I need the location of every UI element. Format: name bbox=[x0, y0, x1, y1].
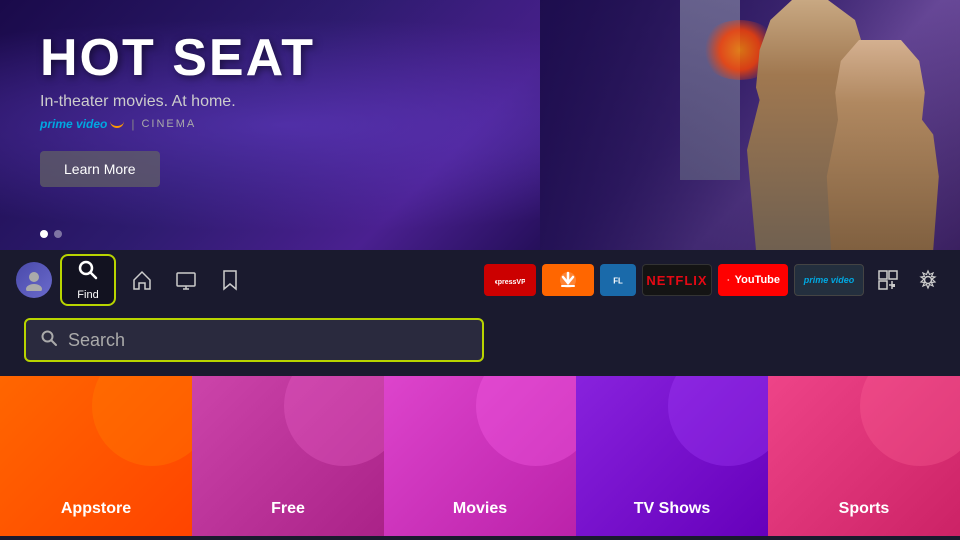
sports-label: Sports bbox=[839, 500, 890, 518]
hero-characters bbox=[540, 0, 960, 250]
user-avatar[interactable] bbox=[16, 262, 52, 298]
free-label: Free bbox=[271, 500, 305, 518]
cinema-label: CINEMA bbox=[141, 118, 196, 130]
search-placeholder: Search bbox=[68, 330, 125, 351]
youtube-play-icon bbox=[726, 273, 731, 287]
app-shortcuts: ExpressVPN FL NETFLIX bbox=[484, 264, 864, 296]
search-container: Search bbox=[0, 310, 960, 370]
prime-logo: prime video | CINEMA bbox=[40, 117, 315, 131]
prime-video-app[interactable]: prime video bbox=[794, 264, 864, 296]
netflix-app[interactable]: NETFLIX bbox=[642, 264, 712, 296]
prime-video-label: prime video bbox=[804, 275, 855, 285]
svg-text:FL: FL bbox=[613, 277, 623, 286]
hero-dots bbox=[40, 230, 62, 238]
hero-title: HOT SEAT bbox=[40, 30, 315, 87]
learn-more-button[interactable]: Learn More bbox=[40, 151, 160, 187]
hero-subtitle: In-theater movies. At home. bbox=[40, 93, 315, 111]
downloader-icon bbox=[553, 269, 583, 291]
navigation-bar: Find ExpressVPN bbox=[0, 250, 960, 310]
find-button[interactable]: Find bbox=[60, 254, 116, 306]
youtube-label: YouTube bbox=[735, 274, 780, 286]
expressvpn-app[interactable]: ExpressVPN bbox=[484, 264, 536, 296]
find-label: Find bbox=[77, 289, 98, 301]
file-app[interactable]: FL bbox=[600, 264, 636, 296]
dot-1 bbox=[40, 230, 48, 238]
free-blob bbox=[284, 376, 384, 466]
category-movies[interactable]: Movies bbox=[384, 376, 576, 536]
dot-2 bbox=[54, 230, 62, 238]
category-tvshows[interactable]: TV Shows bbox=[576, 376, 768, 536]
search-icon bbox=[77, 259, 99, 287]
file-icon: FL bbox=[608, 266, 628, 294]
category-sports[interactable]: Sports bbox=[768, 376, 960, 536]
search-bar-icon bbox=[40, 329, 58, 352]
hero-banner: HOT SEAT In-theater movies. At home. pri… bbox=[0, 0, 960, 250]
category-free[interactable]: Free bbox=[192, 376, 384, 536]
avatar-icon bbox=[23, 269, 45, 291]
home-nav-icon[interactable] bbox=[124, 262, 160, 298]
all-apps-icon bbox=[877, 269, 899, 291]
prime-logo-text: prime video bbox=[40, 117, 107, 131]
settings-icon[interactable] bbox=[912, 264, 944, 296]
tvshows-label: TV Shows bbox=[634, 500, 710, 518]
svg-text:ExpressVPN: ExpressVPN bbox=[495, 279, 525, 286]
tv-nav-icon[interactable] bbox=[168, 262, 204, 298]
downloader-app[interactable] bbox=[542, 264, 594, 296]
tvshows-blob bbox=[668, 376, 768, 466]
expressvpn-icon: ExpressVPN bbox=[495, 270, 525, 290]
prime-smile-icon bbox=[110, 121, 124, 128]
grid-icon[interactable] bbox=[872, 264, 904, 296]
hero-content: HOT SEAT In-theater movies. At home. pri… bbox=[40, 30, 315, 187]
category-grid: Appstore Free Movies TV Shows Sports bbox=[0, 376, 960, 536]
gear-icon bbox=[917, 269, 939, 291]
appstore-blob bbox=[92, 376, 192, 466]
category-appstore[interactable]: Appstore bbox=[0, 376, 192, 536]
appstore-label: Appstore bbox=[61, 500, 131, 518]
sports-blob bbox=[860, 376, 960, 466]
movies-blob bbox=[476, 376, 576, 466]
movies-label: Movies bbox=[453, 500, 507, 518]
divider: | bbox=[131, 117, 134, 131]
bookmark-nav-icon[interactable] bbox=[212, 262, 248, 298]
youtube-app[interactable]: YouTube bbox=[718, 264, 788, 296]
netflix-label: NETFLIX bbox=[646, 273, 707, 288]
search-bar[interactable]: Search bbox=[24, 318, 484, 362]
